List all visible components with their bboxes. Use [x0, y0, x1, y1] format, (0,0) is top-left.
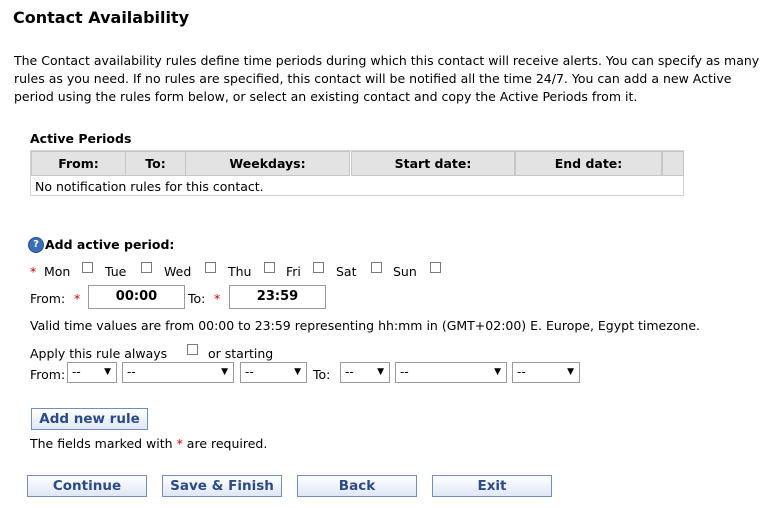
add-new-rule-button[interactable]: Add new rule	[31, 408, 148, 430]
day-checkbox-fri[interactable]	[313, 262, 324, 273]
from-year-value: --	[245, 365, 254, 379]
chevron-down-icon: ▼	[494, 367, 501, 377]
col-header-start-date: Start date:	[351, 151, 515, 176]
day-checkbox-thu[interactable]	[264, 262, 275, 273]
back-button[interactable]: Back	[297, 475, 417, 497]
from-year-select[interactable]: -- ▼	[240, 362, 307, 383]
continue-button[interactable]: Continue	[27, 475, 147, 497]
add-period-heading: Add active period:	[45, 237, 175, 252]
chevron-down-icon: ▼	[377, 367, 384, 377]
date-from-label: From:	[30, 367, 66, 382]
day-label-sat: Sat	[336, 264, 357, 279]
active-periods-heading: Active Periods	[30, 131, 132, 146]
day-label-sun: Sun	[393, 264, 417, 279]
day-label-mon: Mon	[44, 264, 71, 279]
col-header-end-date: End date:	[515, 151, 662, 176]
date-to-label: To:	[313, 367, 331, 382]
day-checkbox-wed[interactable]	[205, 262, 216, 273]
intro-text: The Contact availability rules define ti…	[14, 53, 760, 104]
required-note: The fields marked with * are required.	[30, 436, 267, 451]
save-finish-button[interactable]: Save & Finish	[162, 475, 282, 497]
page-title: Contact Availability	[13, 8, 190, 27]
required-mark: *	[30, 264, 37, 279]
apply-always-checkbox[interactable]	[187, 344, 198, 355]
to-year-value: --	[517, 365, 526, 379]
required-mark: *	[176, 436, 183, 451]
required-mark: *	[74, 291, 81, 306]
col-header-from: From:	[31, 151, 126, 176]
chevron-down-icon: ▼	[294, 367, 301, 377]
time-from-label: From:	[30, 291, 66, 306]
to-year-select[interactable]: -- ▼	[512, 362, 580, 383]
to-day-value: --	[345, 365, 354, 379]
day-checkbox-sat[interactable]	[371, 262, 382, 273]
day-label-thu: Thu	[228, 264, 252, 279]
to-month-select[interactable]: -- ▼	[395, 362, 507, 383]
from-day-select[interactable]: -- ▼	[67, 362, 117, 383]
from-day-value: --	[72, 365, 81, 379]
col-header-actions	[662, 151, 684, 176]
from-month-select[interactable]: -- ▼	[122, 362, 234, 383]
required-mark: *	[214, 291, 221, 306]
or-starting-label: or starting	[208, 346, 274, 361]
empty-table-message: No notification rules for this contact.	[35, 179, 264, 194]
active-periods-table: From: To: Weekdays: Start date: End date…	[30, 150, 684, 196]
time-to-input[interactable]: 23:59	[229, 285, 326, 309]
time-from-input[interactable]: 00:00	[88, 285, 185, 309]
day-checkbox-tue[interactable]	[141, 262, 152, 273]
required-note-before: The fields marked with	[30, 436, 173, 451]
col-header-weekdays: Weekdays:	[185, 151, 350, 176]
question-circle-icon[interactable]: ?	[28, 237, 44, 253]
day-checkbox-sun[interactable]	[430, 262, 441, 273]
apply-always-label: Apply this rule always	[30, 346, 168, 361]
chevron-down-icon: ▼	[221, 367, 228, 377]
col-header-to: To:	[125, 151, 186, 176]
day-label-fri: Fri	[286, 264, 301, 279]
day-label-wed: Wed	[164, 264, 192, 279]
to-day-select[interactable]: -- ▼	[340, 362, 390, 383]
valid-time-note: Valid time values are from 00:00 to 23:5…	[30, 318, 700, 333]
time-to-label: To:	[188, 291, 206, 306]
from-month-value: --	[127, 365, 136, 379]
day-checkbox-mon[interactable]	[82, 262, 93, 273]
required-note-after: are required.	[186, 436, 268, 451]
to-month-value: --	[400, 365, 409, 379]
chevron-down-icon: ▼	[104, 367, 111, 377]
exit-button[interactable]: Exit	[432, 475, 552, 497]
chevron-down-icon: ▼	[567, 367, 574, 377]
day-label-tue: Tue	[105, 264, 127, 279]
